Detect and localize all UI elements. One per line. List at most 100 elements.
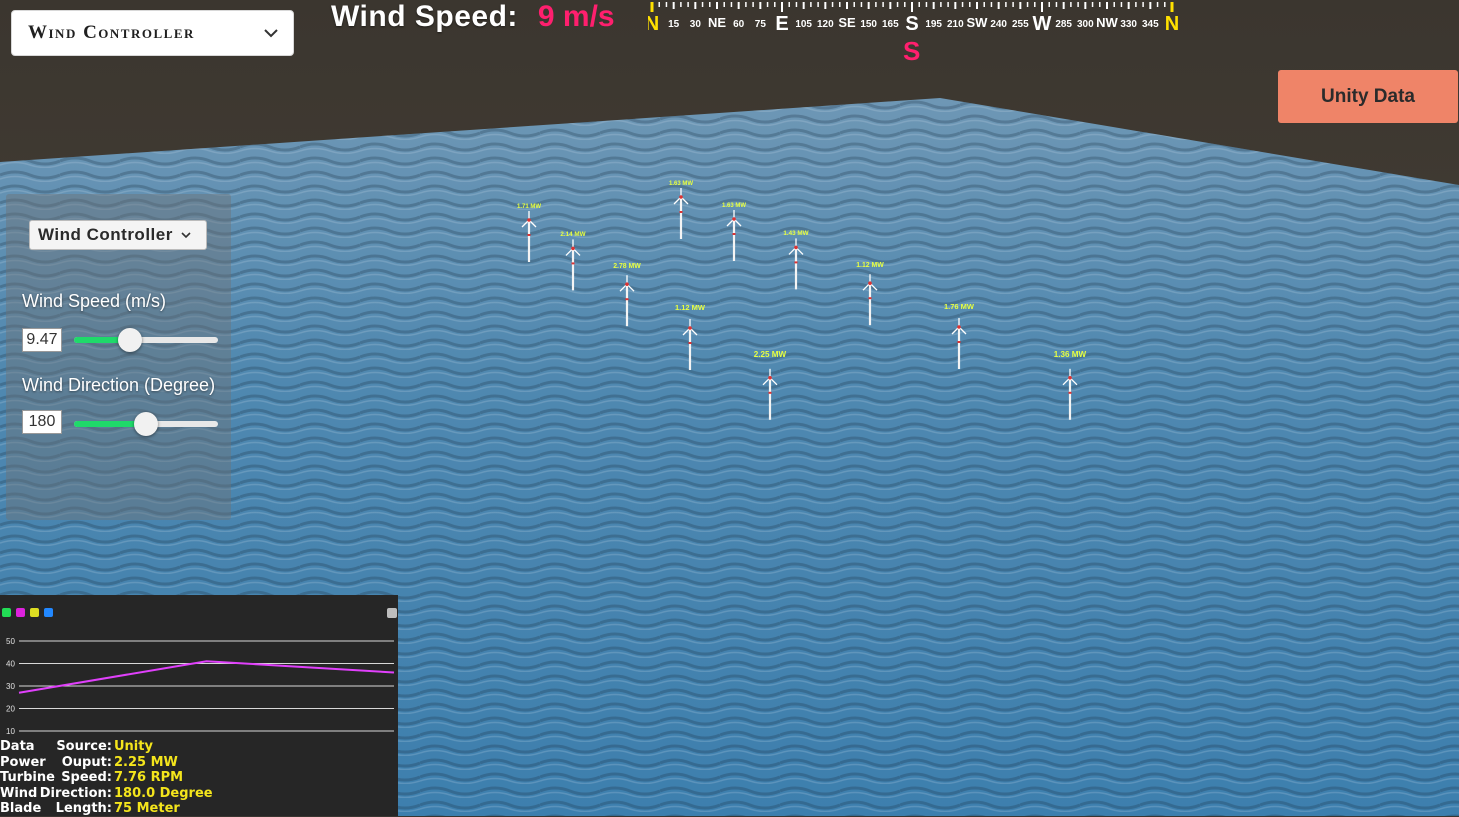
compass-label: N <box>1165 13 1178 34</box>
wind-speed-label: Wind Speed (m/s) <box>22 291 167 311</box>
wind-turbine[interactable]: 1.36 MW <box>1050 350 1090 431</box>
wind-turbine[interactable]: 1.76 MW <box>939 302 979 377</box>
y-tick-label: 40 <box>6 660 15 669</box>
chevron-down-icon <box>181 232 191 239</box>
compass-label: N <box>648 13 659 34</box>
info-row: Wind Direction: 180.0 Degree <box>0 786 213 802</box>
wind-turbine[interactable]: 1.63 MW <box>714 203 754 263</box>
compass-label: 300 <box>1077 19 1094 30</box>
wind-direction-input[interactable]: 180 <box>22 410 62 434</box>
data-chart-panel: 50 40 30 20 10 Data Source: Unity Power Ouput: 2.… <box>0 595 398 816</box>
info-value: 7.76 RPM <box>114 770 184 785</box>
turbine-icon <box>682 318 698 370</box>
turbine-info: Data Source: Unity Power Ouput: 2.25 MW Turbin… <box>0 739 213 817</box>
info-key: Data Source: <box>0 739 114 755</box>
compass-label: 150 <box>860 19 877 30</box>
info-value: 180.0 Degree <box>114 785 213 801</box>
dropdown-label: Wind Controller <box>28 22 195 43</box>
info-key: Turbine Speed: <box>0 770 114 786</box>
compass-label: S <box>905 13 918 34</box>
wind-direction-label: Wind Direction (Degree) <box>22 375 216 395</box>
info-key-word: Data <box>0 739 35 754</box>
wind-speed-title: Wind Speed: <box>331 0 518 33</box>
wind-turbine[interactable]: 1.12 MW <box>850 262 890 331</box>
slider-thumb[interactable] <box>118 328 143 352</box>
wind-turbine[interactable]: 1.63 MW <box>661 181 701 241</box>
turbine-icon <box>521 211 537 262</box>
wind-turbine[interactable]: 1.71 MW <box>509 204 549 264</box>
info-row: Turbine Speed: 7.76 RPM <box>0 770 213 786</box>
panel-controller-dropdown[interactable]: Wind Controller <box>29 220 207 250</box>
compass-label: 345 <box>1142 19 1159 30</box>
compass-label: 195 <box>925 19 942 30</box>
wind-speed-value: 9 m/s <box>537 0 615 33</box>
wind-turbine[interactable]: 2.25 MW <box>750 350 790 431</box>
turbine-icon <box>951 317 967 369</box>
compass-label: 15 <box>668 19 680 30</box>
wind-turbine[interactable]: 2.78 MW <box>607 263 647 332</box>
y-tick-label: 50 <box>6 637 15 646</box>
compass-label: 75 <box>755 19 767 30</box>
info-key-word: Turbine <box>0 770 55 785</box>
turbine-icon <box>762 368 778 420</box>
info-key-word: Ouput: <box>61 754 112 770</box>
wind-turbine[interactable]: 2.14 MW <box>553 231 593 294</box>
compass-label: SE <box>838 15 856 30</box>
info-key: Wind Direction: <box>0 786 114 802</box>
legend-blue[interactable] <box>44 608 53 617</box>
compass-label: NE <box>708 15 726 30</box>
turbine-icon <box>673 188 689 239</box>
y-tick-label: 20 <box>6 705 15 714</box>
info-key-word: Blade <box>0 801 42 816</box>
info-row: Data Source: Unity <box>0 739 213 755</box>
turbine-icon <box>862 274 878 326</box>
info-value: 75 Meter <box>114 801 180 816</box>
compass-label: SW <box>967 15 989 30</box>
turbine-icon <box>565 239 581 291</box>
y-tick-label: 30 <box>6 682 15 691</box>
turbine-icon <box>619 275 635 327</box>
wind-controller-panel: Wind Controller Wind Speed (m/s) 9.47 Wi… <box>6 194 231 520</box>
info-row: Power Ouput: 2.25 MW <box>0 755 213 771</box>
panel-dropdown-label: Wind Controller <box>38 225 173 244</box>
y-tick-label: 10 <box>6 727 15 736</box>
chart-toggle[interactable] <box>387 608 397 618</box>
compass-label: 60 <box>733 19 745 30</box>
legend-green[interactable] <box>2 608 11 617</box>
legend-magenta[interactable] <box>16 608 25 617</box>
wind-turbine[interactable]: 1.12 MW <box>670 303 710 378</box>
chevron-down-icon <box>264 29 278 38</box>
compass-label: 105 <box>795 19 812 30</box>
compass-label: 120 <box>817 19 834 30</box>
wind-speed-header: Wind Speed: 9 m/s <box>331 0 615 36</box>
wind-speed-input[interactable]: 9.47 <box>22 328 62 352</box>
compass-label: NW <box>1096 15 1118 30</box>
series-line <box>18 660 395 694</box>
info-key-word: Power <box>0 754 46 770</box>
info-key: Power Ouput: <box>0 755 114 771</box>
wind-turbine[interactable]: 1.43 MW <box>776 230 816 293</box>
compass-label: 255 <box>1012 19 1029 30</box>
compass-label: E <box>775 13 788 34</box>
info-key-word: Direction: <box>39 785 112 801</box>
turbine-icon <box>788 238 804 290</box>
info-key-word: Speed: <box>61 770 112 785</box>
info-value: 2.25 MW <box>114 754 178 770</box>
line-chart: 50 40 30 20 10 <box>6 637 395 736</box>
compass-label: W <box>1033 13 1052 34</box>
compass-label: 330 <box>1120 19 1137 30</box>
legend-yellow[interactable] <box>30 608 39 617</box>
compass-label: 30 <box>690 19 702 30</box>
turbine-icon <box>1062 368 1078 420</box>
info-key-word: Wind <box>0 785 38 801</box>
slider-thumb[interactable] <box>134 412 158 436</box>
info-row: Blade Length: 75 Meter <box>0 801 213 817</box>
wind-controller-dropdown[interactable]: Wind Controller <box>11 10 294 56</box>
wind-direction-slider[interactable] <box>74 412 218 436</box>
compass-label: 285 <box>1055 19 1072 30</box>
compass-label: 240 <box>990 19 1007 30</box>
wind-speed-slider[interactable] <box>74 328 218 352</box>
compass-current-heading: S <box>903 36 921 66</box>
unity-data-button[interactable]: Unity Data <box>1278 70 1458 123</box>
info-value: Unity <box>114 739 153 754</box>
